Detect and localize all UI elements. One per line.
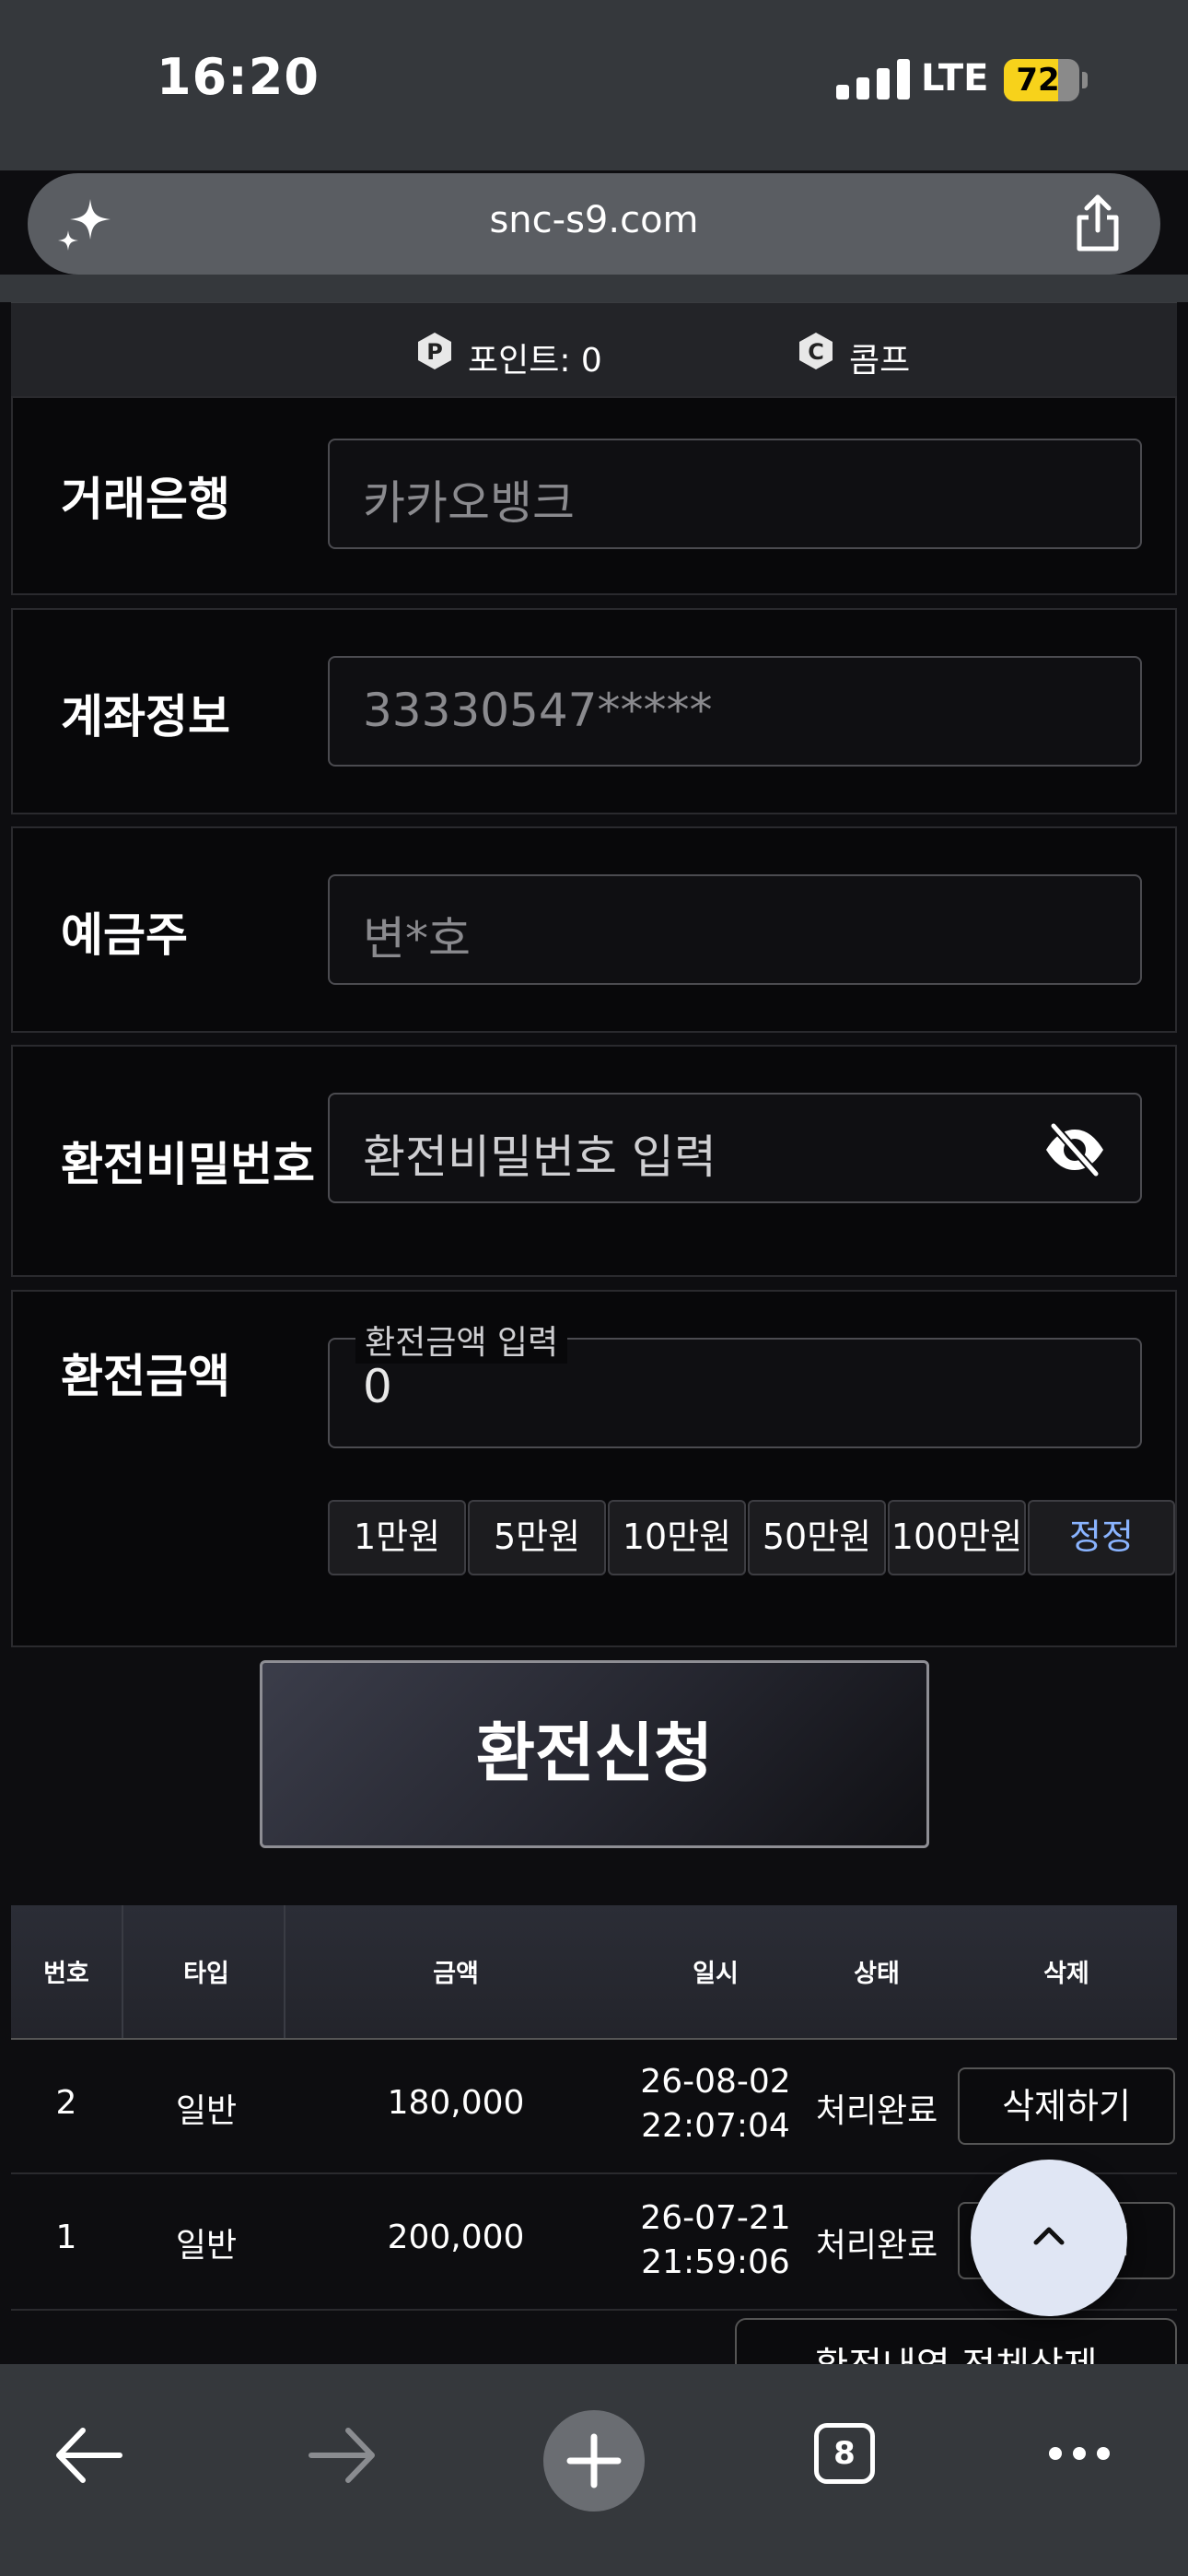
quick-amount-buttons: 1만원 5만원 10만원 50만원 100만원 정정 (328, 1500, 1175, 1577)
row-amount: 200,000 (387, 2219, 525, 2256)
row-type: 일반 (175, 2227, 238, 2265)
password-input[interactable]: 환전비밀번호 입력 (328, 1093, 1142, 1203)
holder-field: 변*호 (328, 874, 1142, 985)
col-no: 번호 (43, 1960, 89, 1988)
amount-100k-button[interactable]: 10만원 (608, 1500, 746, 1575)
col-amount: 금액 (433, 1960, 479, 1988)
exchange-submit-button[interactable]: 환전신청 (260, 1660, 929, 1848)
row-time: 21:59:06 (641, 2243, 790, 2281)
battery-tip (1082, 72, 1088, 88)
svg-text:P: P (426, 339, 443, 365)
new-tab-button[interactable] (543, 2410, 645, 2512)
amount-legend: 환전금액 입력 (355, 1316, 568, 1364)
row-datetime: 26-08-02 22:07:04 (600, 2060, 831, 2149)
row-status: 처리완료 (815, 2092, 938, 2130)
points-badge-icon: P (418, 333, 451, 369)
forward-arrow-icon[interactable] (306, 2425, 379, 2486)
scroll-to-top-button[interactable] (971, 2160, 1127, 2316)
row-type: 일반 (175, 2092, 238, 2130)
row-status: 처리완료 (815, 2227, 938, 2265)
row-no: 1 (55, 2219, 77, 2256)
row-datetime: 26-07-21 21:59:06 (600, 2196, 831, 2285)
svg-text:C: C (808, 339, 824, 365)
comp-badge-icon: C (799, 333, 833, 369)
chevron-up-icon (1033, 2227, 1065, 2245)
table-row: 2 일반 180,000 26-08-02 22:07:04 처리완료 삭제하기 (11, 2038, 1177, 2174)
status-bar: 16:20 LTE 72 snc-s9.com (0, 0, 1188, 275)
battery-icon: 72 (1004, 59, 1079, 101)
row-amount: 180,000 (387, 2084, 525, 2122)
row-delete-button[interactable]: 삭제하기 (958, 2067, 1175, 2145)
password-placeholder: 환전비밀번호 입력 (363, 1130, 716, 1184)
amount-row: 환전금액 환전금액 입력 0 1만원 5만원 10만원 50만원 100만원 정… (11, 1290, 1177, 1647)
password-label: 환전비밀번호 (61, 1138, 315, 1191)
account-row: 계좌정보 33330547***** (11, 608, 1177, 814)
holder-row: 예금주 변*호 (11, 826, 1177, 1033)
battery-percent: 72 (1016, 62, 1060, 99)
bank-label: 거래은행 (61, 473, 230, 526)
history-table-header: 번호 타입 금액 일시 상태 삭제 (11, 1905, 1177, 2040)
account-label: 계좌정보 (61, 690, 230, 744)
password-row: 환전비밀번호 환전비밀번호 입력 (11, 1045, 1177, 1277)
account-field: 33330547***** (328, 656, 1142, 767)
bank-row: 거래은행 카카오뱅크 (11, 396, 1177, 595)
holder-label: 예금주 (61, 908, 188, 962)
row-date: 26-08-02 (640, 2063, 791, 2101)
browser-toolbar: 8 (0, 2364, 1188, 2576)
amount-input[interactable]: 환전금액 입력 0 (328, 1316, 1142, 1448)
col-delete: 삭제 (1043, 1960, 1089, 1988)
network-label: LTE (921, 57, 989, 100)
points-label: 포인트: 0 (468, 342, 602, 380)
amount-1m-button[interactable]: 100만원 (888, 1500, 1026, 1575)
amount-reset-button[interactable]: 정정 (1028, 1500, 1175, 1575)
amount-10k-button[interactable]: 1만원 (328, 1500, 466, 1575)
points-bar: P 포인트: 0 C 콤프 (11, 302, 1177, 398)
back-arrow-icon[interactable] (52, 2425, 125, 2486)
row-time: 22:07:04 (641, 2107, 790, 2145)
url-text[interactable]: snc-s9.com (28, 199, 1160, 241)
bank-value: 카카오뱅크 (363, 476, 575, 530)
bank-field: 카카오뱅크 (328, 439, 1142, 549)
amount-50k-button[interactable]: 5만원 (468, 1500, 606, 1575)
amount-500k-button[interactable]: 50만원 (748, 1500, 886, 1575)
comp-label: 콤프 (849, 342, 911, 380)
col-type: 타입 (183, 1960, 229, 1988)
status-time: 16:20 (157, 48, 320, 106)
holder-value: 변*호 (363, 912, 471, 966)
address-bar[interactable]: snc-s9.com (28, 173, 1160, 275)
amount-value: 0 (363, 1360, 392, 1413)
share-icon[interactable] (1072, 193, 1124, 252)
row-no: 2 (55, 2084, 77, 2122)
more-icon[interactable] (1046, 2443, 1112, 2464)
plus-icon (566, 2433, 622, 2488)
eye-off-icon[interactable] (1042, 1122, 1107, 1177)
col-datetime: 일시 (693, 1960, 739, 1988)
account-value: 33330547***** (363, 684, 713, 737)
col-status: 상태 (854, 1960, 900, 1988)
signal-icon (836, 57, 919, 100)
browser-chrome-strip (0, 275, 1188, 302)
row-date: 26-07-21 (640, 2199, 791, 2237)
amount-label: 환전금액 (61, 1350, 230, 1403)
tabs-button[interactable]: 8 (814, 2423, 875, 2484)
